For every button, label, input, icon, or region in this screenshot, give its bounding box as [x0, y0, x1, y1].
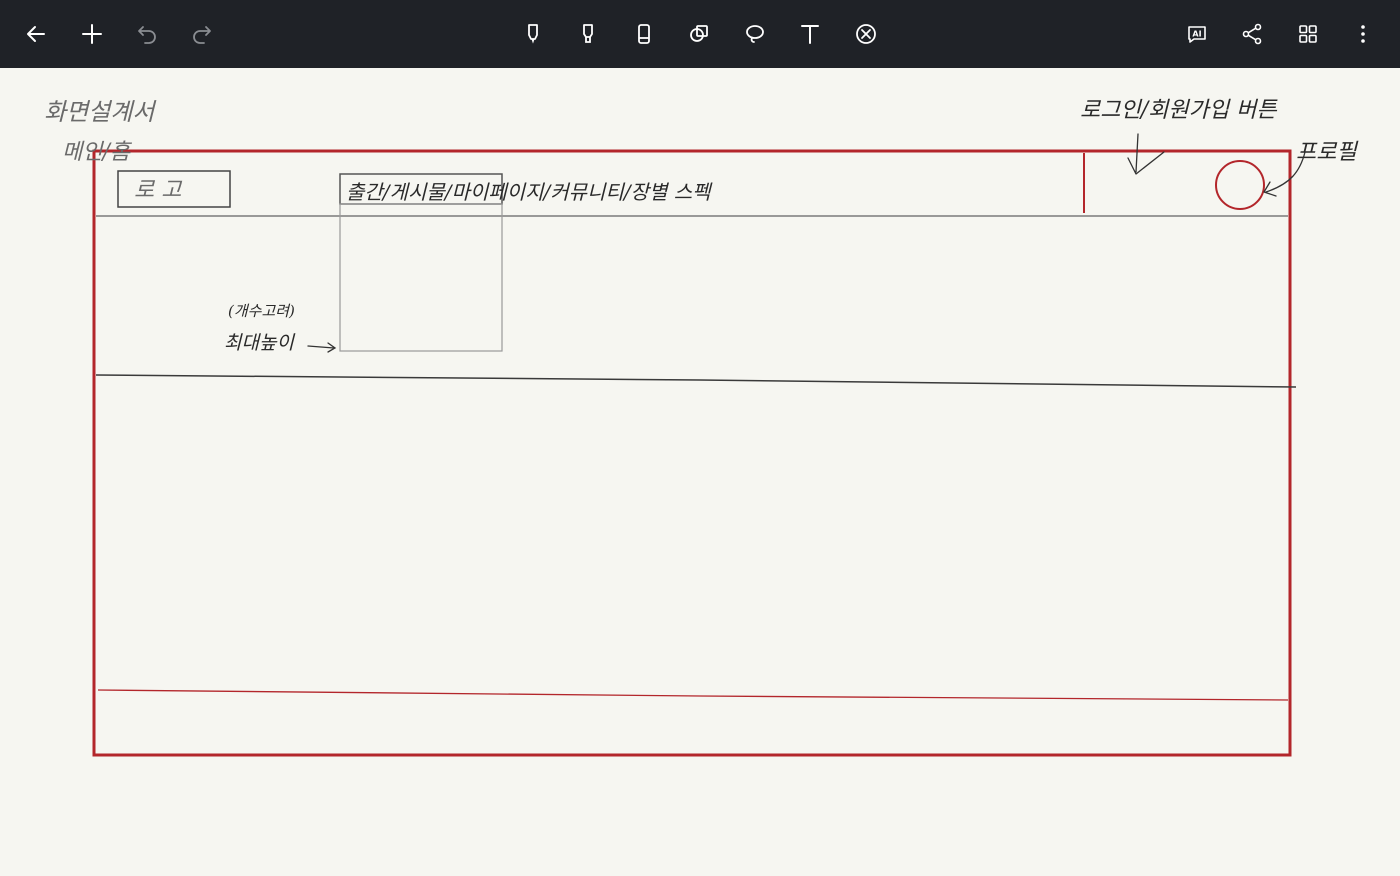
main-home-note: 메인/홈 — [62, 140, 131, 165]
highlighter-tool[interactable] — [568, 14, 608, 54]
arrow-left-icon — [27, 26, 45, 42]
grid-icon — [1299, 25, 1317, 43]
share-button[interactable] — [1232, 14, 1272, 54]
login-signup-note: 로그인/회원가입 버튼 — [1080, 98, 1277, 123]
lasso-icon — [746, 25, 764, 43]
redo-button[interactable] — [182, 14, 222, 54]
screen-frame — [92, 149, 1292, 757]
ai-icon: AI — [1188, 26, 1206, 43]
logo-label: 로 고 — [134, 178, 182, 203]
redo-icon — [193, 26, 211, 44]
pen-tool[interactable] — [513, 14, 553, 54]
back-button[interactable] — [16, 14, 56, 54]
text-icon — [801, 25, 819, 44]
text-tool[interactable] — [790, 14, 830, 54]
profile-note: 프로필 — [1296, 140, 1357, 165]
page-grid-button[interactable] — [1288, 14, 1328, 54]
plus-icon — [82, 24, 102, 44]
stylus-only-tool[interactable] — [846, 14, 886, 54]
add-page-button[interactable] — [72, 14, 112, 54]
dropdown-box — [339, 203, 503, 352]
eraser-icon — [638, 24, 650, 44]
lasso-tool[interactable] — [735, 14, 775, 54]
note-canvas[interactable]: 화면설계서 메인/홈 로 고 출간/게시물/마이페이지/커뮤니티/장별 스펙 로… — [0, 68, 1400, 876]
count-note: (개수고려) — [228, 302, 295, 320]
shape-tool[interactable] — [679, 14, 719, 54]
share-icon — [1242, 23, 1262, 45]
pen-icon — [528, 24, 538, 44]
max-height-note: 최대높이 — [224, 332, 294, 354]
undo-button[interactable] — [127, 14, 167, 54]
eraser-tool[interactable] — [624, 14, 664, 54]
section-divider — [95, 374, 1297, 388]
max-height-arrow — [307, 342, 337, 353]
screen-design-note: 화면설계서 — [44, 98, 155, 126]
profile-circle — [1215, 160, 1265, 210]
ai-button[interactable]: AI — [1177, 14, 1217, 54]
footer-divider — [97, 689, 1289, 701]
more-menu-button[interactable] — [1343, 14, 1383, 54]
cancel-circle-icon — [856, 24, 876, 44]
undo-icon — [138, 26, 156, 44]
more-vertical-icon — [1361, 25, 1365, 43]
login-arrow — [1127, 133, 1165, 175]
svg-text:AI: AI — [1192, 30, 1201, 39]
shapes-icon — [690, 25, 708, 42]
nav-menu-label: 출간/게시물/마이페이지/커뮤니티/장별 스펙 — [346, 180, 711, 204]
highlighter-icon — [583, 24, 593, 43]
app-toolbar: AI — [0, 0, 1400, 68]
